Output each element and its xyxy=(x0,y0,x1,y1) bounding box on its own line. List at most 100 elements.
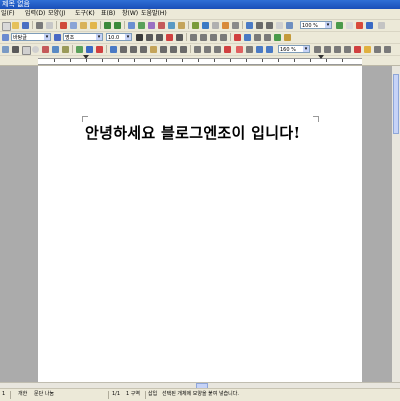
style-select[interactable]: 바탕글 ▾ xyxy=(11,33,51,41)
menu-table[interactable]: 표(B) xyxy=(101,9,115,19)
mail-icon[interactable] xyxy=(374,46,381,53)
align-left-icon[interactable] xyxy=(190,34,197,41)
bookmark-icon[interactable] xyxy=(354,46,361,53)
highlight-icon[interactable] xyxy=(234,34,241,41)
ellipse-icon[interactable] xyxy=(32,46,39,53)
find-icon[interactable] xyxy=(202,22,209,29)
paste-icon[interactable] xyxy=(80,22,87,29)
menu-view[interactable]: 모양(J) xyxy=(48,9,66,19)
grid-icon[interactable] xyxy=(256,22,263,29)
border-icon[interactable] xyxy=(194,46,201,53)
document-page[interactable]: 안녕하세요 블로그엔조이 입니다! xyxy=(38,66,362,382)
right-indent-marker[interactable] xyxy=(318,55,324,59)
exit-icon[interactable] xyxy=(384,46,391,53)
line-spacing-icon[interactable] xyxy=(244,34,251,41)
shape-icon[interactable] xyxy=(158,22,165,29)
format-painter-icon[interactable] xyxy=(90,22,97,29)
outline-icon[interactable] xyxy=(344,46,351,53)
help-icon[interactable] xyxy=(366,22,373,29)
equation-icon[interactable] xyxy=(178,22,185,29)
new-doc-icon[interactable] xyxy=(2,22,11,31)
zoom-out-icon[interactable] xyxy=(346,22,353,29)
justify-icon[interactable] xyxy=(220,34,227,41)
menu-window[interactable]: 창(W) xyxy=(122,9,138,19)
bold-icon[interactable] xyxy=(136,34,143,41)
line-icon[interactable] xyxy=(12,46,19,53)
zoom-width-icon[interactable] xyxy=(286,22,293,29)
footer-icon[interactable] xyxy=(266,46,273,53)
group-icon[interactable] xyxy=(120,46,127,53)
polygon-icon[interactable] xyxy=(52,46,59,53)
numbering-icon[interactable] xyxy=(284,34,291,41)
red-fill-icon[interactable] xyxy=(224,46,231,53)
redo-icon[interactable] xyxy=(114,22,121,29)
align-right-icon[interactable] xyxy=(210,34,217,41)
memo-icon[interactable] xyxy=(222,22,229,29)
fill-color-icon[interactable] xyxy=(76,46,83,53)
undo-icon[interactable] xyxy=(104,22,111,29)
status-insert-mode[interactable]: 삽입 xyxy=(148,390,157,399)
align-center-icon[interactable] xyxy=(200,34,207,41)
font-color-icon[interactable] xyxy=(166,34,173,41)
clip-icon[interactable] xyxy=(364,46,371,53)
vertical-scrollbar[interactable] xyxy=(392,66,400,382)
style-icon[interactable] xyxy=(2,34,9,41)
rectangle-icon[interactable] xyxy=(22,46,31,55)
crosshair-icon[interactable] xyxy=(266,22,273,29)
zoom-select-secondary[interactable]: 160 % ▾ xyxy=(278,45,310,53)
zoom-page-icon[interactable] xyxy=(276,22,283,29)
view-icon[interactable] xyxy=(246,22,253,29)
font-select[interactable]: 명조 ▾ xyxy=(63,33,103,41)
menu-edit[interactable]: 입력(D) xyxy=(25,9,45,19)
font-size-select[interactable]: 10.0 ▾ xyxy=(106,33,132,41)
color-swatch-icon[interactable] xyxy=(236,46,243,53)
font-icon[interactable] xyxy=(54,34,61,41)
arrange-icon[interactable] xyxy=(110,46,117,53)
cut-icon[interactable] xyxy=(60,22,67,29)
select-icon[interactable] xyxy=(2,46,9,53)
line-color-icon[interactable] xyxy=(86,46,93,53)
bullets-icon[interactable] xyxy=(274,34,281,41)
vertical-scroll-thumb[interactable] xyxy=(393,74,399,134)
menu-help[interactable]: 도움말(H) xyxy=(141,9,167,19)
line-width-icon[interactable] xyxy=(170,46,177,53)
text-color-icon[interactable] xyxy=(96,46,103,53)
line-style-icon[interactable] xyxy=(160,46,167,53)
copy-icon[interactable] xyxy=(70,22,77,29)
zoom-in-icon[interactable] xyxy=(336,22,343,29)
indent-icon[interactable] xyxy=(254,34,261,41)
ruler[interactable] xyxy=(0,55,400,66)
columns-icon[interactable] xyxy=(232,22,239,29)
underline-icon[interactable] xyxy=(156,34,163,41)
document-text[interactable]: 안녕하세요 블로그엔조이 입니다! xyxy=(85,122,300,143)
header-icon[interactable] xyxy=(256,46,263,53)
multi-page-icon[interactable] xyxy=(334,46,341,53)
menu-tools[interactable]: 도구(K) xyxy=(75,9,95,19)
toolbar-options-icon[interactable] xyxy=(378,22,385,29)
arc-icon[interactable] xyxy=(42,46,49,53)
chart-icon[interactable] xyxy=(148,22,155,29)
curve-icon[interactable] xyxy=(62,46,69,53)
print-icon[interactable] xyxy=(36,22,43,29)
dictionary-icon[interactable] xyxy=(356,22,363,29)
spellcheck-icon[interactable] xyxy=(192,22,199,29)
left-indent-marker[interactable] xyxy=(83,55,89,59)
rotate-icon[interactable] xyxy=(130,46,137,53)
picture-icon[interactable] xyxy=(138,22,145,29)
merge-icon[interactable] xyxy=(214,46,221,53)
page-setup-icon[interactable] xyxy=(246,46,253,53)
outdent-icon[interactable] xyxy=(264,34,271,41)
shadow-icon[interactable] xyxy=(150,46,157,53)
open-folder-icon[interactable] xyxy=(12,22,19,29)
zoom-select[interactable]: 100 % ▾ xyxy=(300,21,332,29)
strikethrough-icon[interactable] xyxy=(176,34,183,41)
hyperlink-icon[interactable] xyxy=(212,22,219,29)
menu-file[interactable]: 일(F) xyxy=(1,9,15,19)
two-page-icon[interactable] xyxy=(324,46,331,53)
cell-icon[interactable] xyxy=(204,46,211,53)
save-icon[interactable] xyxy=(22,22,29,29)
textbox-icon[interactable] xyxy=(168,22,175,29)
italic-icon[interactable] xyxy=(146,34,153,41)
page-view-icon[interactable] xyxy=(314,46,321,53)
flip-icon[interactable] xyxy=(140,46,147,53)
